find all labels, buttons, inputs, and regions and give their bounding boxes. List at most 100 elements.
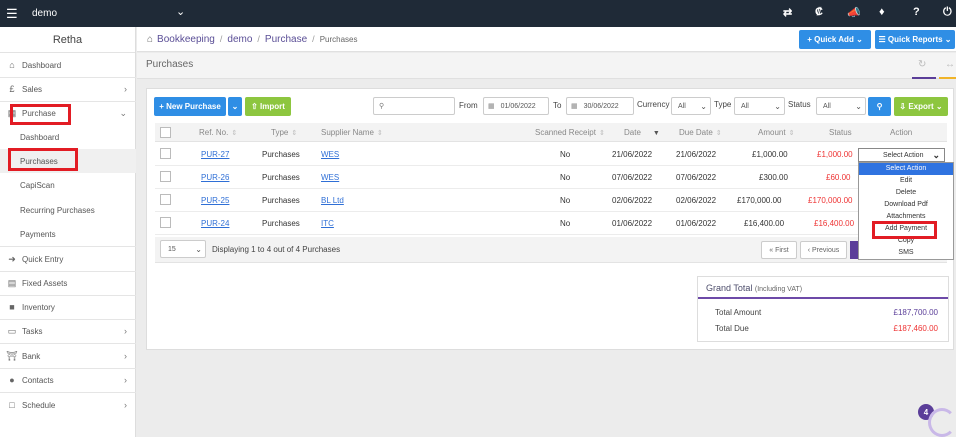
status-label: Status	[788, 100, 811, 109]
switch-icon[interactable]: ⇄	[783, 6, 792, 19]
menu-icon[interactable]: ☰	[6, 6, 24, 22]
column-header-status[interactable]: Status	[829, 128, 852, 137]
ref-link[interactable]: PUR-24	[201, 219, 229, 228]
company-name[interactable]: demo	[32, 8, 57, 19]
action-option-edit[interactable]: Edit	[859, 175, 953, 187]
quick-reports-button[interactable]: ☰ Quick Reports ⌄	[875, 30, 955, 49]
megaphone-icon[interactable]: 📣	[847, 6, 861, 19]
sort-icon: ⇕	[376, 130, 383, 137]
column-header-amount[interactable]: Amount ⇕	[758, 128, 794, 137]
first-page-button[interactable]: « First	[761, 241, 797, 259]
type-select-value: All	[741, 102, 749, 110]
type-select[interactable]: All ⌄	[734, 97, 785, 115]
column-header-date[interactable]: Date ▼	[624, 128, 660, 137]
sidebar-item-inventory[interactable]: ■ Inventory	[0, 295, 136, 319]
sidebar-item-label: Schedule	[22, 400, 56, 410]
tag-icon[interactable]: ♦	[879, 6, 885, 18]
sidebar-item-fixed-assets[interactable]: ▤ Fixed Assets	[0, 271, 136, 295]
sidebar-item-sales[interactable]: £ Sales ›	[0, 77, 136, 101]
sidebar-sub-capiscan[interactable]: CapiScan	[0, 173, 136, 197]
breadcrumb-demo[interactable]: demo	[227, 34, 252, 45]
export-button[interactable]: ⇩ Export ⌄	[894, 97, 948, 116]
search-input[interactable]: ⚲	[373, 97, 455, 115]
search-button[interactable]: ⚲	[868, 97, 891, 116]
column-header-supplier[interactable]: Supplier Name ⇕	[321, 128, 383, 137]
breadcrumb-purchase[interactable]: Purchase	[265, 34, 307, 45]
sort-icon: ⇕	[715, 130, 722, 137]
sidebar-sub-dashboard[interactable]: Dashboard	[0, 125, 136, 149]
import-button[interactable]: ⇧ Import	[245, 97, 291, 116]
sidebar-item-bank[interactable]: ⛩ Bank ›	[0, 344, 136, 368]
top-navbar: ☰ demo ⌄ ⇄ ₡ 📣 ♦ ? ⏻	[0, 0, 956, 27]
import-label: Import	[260, 102, 285, 111]
action-option-delete[interactable]: Delete	[859, 187, 953, 199]
ref-link[interactable]: PUR-25	[201, 196, 229, 205]
row-checkbox[interactable]	[160, 148, 171, 159]
chevron-down-icon: ⌄	[942, 35, 952, 44]
row-checkbox[interactable]	[160, 171, 171, 182]
currency-select[interactable]: All ⌄	[671, 97, 711, 115]
supplier-link[interactable]: ITC	[321, 219, 334, 228]
quick-add-button[interactable]: + Quick Add ⌄	[799, 30, 871, 49]
sort-icon: ⇕	[788, 130, 795, 137]
status-select[interactable]: All ⌄	[816, 97, 866, 115]
power-icon[interactable]: ⏻	[943, 6, 952, 19]
action-option-select-action[interactable]: Select Action	[859, 163, 953, 175]
sidebar-item-dashboard[interactable]: ⌂ Dashboard	[0, 53, 136, 77]
action-option-download-pdf[interactable]: Download Pdf	[859, 199, 953, 211]
ref-link[interactable]: PUR-27	[201, 150, 229, 159]
expand-icon[interactable]: ↔	[945, 59, 955, 70]
column-header-label: Date	[624, 128, 641, 137]
new-purchase-dropdown-button[interactable]: ⌄	[228, 97, 242, 116]
refresh-icon[interactable]: ↻	[918, 59, 926, 70]
supplier-link[interactable]: WES	[321, 173, 339, 182]
sidebar-item-quick-entry[interactable]: ➜ Quick Entry	[0, 247, 136, 271]
arrow-right-icon: ➜	[8, 253, 16, 264]
sidebar-sub-payments[interactable]: Payments	[0, 222, 136, 246]
column-header-ref[interactable]: Ref. No. ⇕	[199, 128, 237, 137]
chevron-right-icon: ›	[124, 84, 127, 94]
sidebar-sub-recurring-purchases[interactable]: Recurring Purchases	[0, 198, 136, 222]
select-all-checkbox[interactable]	[160, 127, 171, 138]
column-header-label: Ref. No.	[199, 128, 229, 137]
chevron-down-icon[interactable]: ⌄	[176, 5, 185, 18]
to-date-input[interactable]: ▦ 30/06/2022	[566, 97, 634, 115]
currency-icon[interactable]: ₡	[815, 6, 823, 18]
quick-reports-label: Quick Reports	[887, 35, 943, 44]
chevron-down-icon: ⌄	[855, 101, 862, 111]
supplier-link[interactable]: BL Ltd	[321, 196, 344, 205]
due-date-cell: 07/06/2022	[676, 173, 717, 182]
previous-page-button[interactable]: ‹ Previous	[800, 241, 847, 259]
home-icon[interactable]: ⌂	[147, 34, 153, 45]
new-purchase-button[interactable]: + New Purchase	[154, 97, 226, 116]
amount-cell: £16,400.00	[744, 219, 785, 228]
column-header-type[interactable]: Type ⇕	[271, 128, 297, 137]
due-date-cell: 01/06/2022	[676, 219, 717, 228]
sidebar-item-contacts[interactable]: ● Contacts ›	[0, 368, 136, 392]
current-page-button[interactable]	[850, 241, 858, 259]
chevron-down-icon: ⌄	[853, 35, 863, 44]
sidebar-item-label: Bank	[22, 351, 41, 361]
sidebar-item-label: Contacts	[22, 375, 54, 385]
row-checkbox[interactable]	[160, 194, 171, 205]
action-option-sms[interactable]: SMS	[859, 247, 953, 259]
grand-total-title: Grand Total	[706, 283, 753, 293]
supplier-link[interactable]: WES	[321, 150, 339, 159]
breadcrumb-bookkeeping[interactable]: Bookkeeping	[157, 34, 215, 45]
column-header-due-date[interactable]: Due Date ⇕	[679, 128, 722, 137]
sidebar-item-tasks[interactable]: ▭ Tasks ›	[0, 319, 136, 343]
sidebar-item-schedule[interactable]: □ Schedule ›	[0, 393, 136, 417]
breadcrumb-current: Purchases	[319, 34, 358, 44]
status-cell: £170,000.00	[808, 196, 853, 205]
column-header-scanned-receipt[interactable]: Scanned Receipt ⇕	[535, 128, 605, 137]
help-icon[interactable]: ?	[913, 6, 920, 18]
bank-icon: ⛩	[6, 350, 18, 361]
row-checkbox[interactable]	[160, 217, 171, 228]
calendar-icon: ▦	[488, 103, 495, 110]
from-date-input[interactable]: ▦ 01/06/2022	[483, 97, 549, 115]
action-select[interactable]: Select Action ⌄	[858, 148, 945, 162]
export-label: Export	[908, 102, 934, 111]
per-page-select[interactable]: 15 ⌄	[160, 240, 206, 258]
building-icon: ▤	[7, 277, 17, 288]
ref-link[interactable]: PUR-26	[201, 173, 229, 182]
